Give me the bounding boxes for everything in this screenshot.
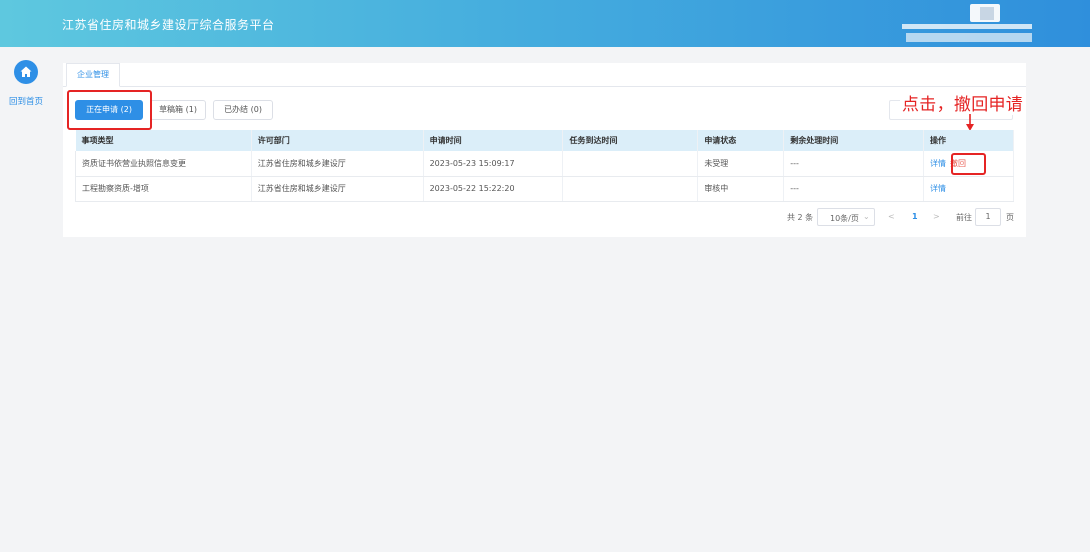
top-header: 江苏省住房和城乡建设厅综合服务平台	[0, 0, 1090, 47]
home-icon[interactable]	[14, 60, 38, 84]
highlight-box-tab	[67, 90, 152, 130]
highlight-box-withdraw	[951, 153, 986, 175]
page-suffix: 页	[1006, 213, 1014, 222]
prev-page-button[interactable]: <	[888, 212, 895, 221]
cell-arrival	[562, 176, 699, 202]
annotation-text: 点击，撤回申请	[900, 90, 1026, 115]
home-nav[interactable]: 回到首页	[6, 60, 46, 107]
table-header-row: 事项类型 许可部门 申请时间 任务到达时间 申请状态 剩余处理时间 操作	[75, 130, 1014, 151]
col-header-status: 申请状态	[697, 130, 785, 151]
cell-time: 2023-05-23 15:09:17	[423, 151, 564, 177]
current-page[interactable]: 1	[912, 212, 918, 221]
cell-remaining: ---	[783, 176, 925, 202]
cell-status: 审核中	[697, 176, 785, 202]
col-header-dept: 许可部门	[251, 130, 424, 151]
user-info-blurred[interactable]	[902, 4, 1038, 48]
cell-actions: 详情	[923, 176, 1014, 202]
cell-dept: 江苏省住房和城乡建设厅	[251, 151, 424, 177]
applications-table: 事项类型 许可部门 申请时间 任务到达时间 申请状态 剩余处理时间 操作 资质证…	[75, 130, 1014, 202]
details-link[interactable]: 详情	[930, 184, 946, 193]
table-row: 工程勘察资质-增项 江苏省住房和城乡建设厅 2023-05-22 15:22:2…	[75, 176, 1014, 202]
cell-time: 2023-05-22 15:22:20	[423, 176, 564, 202]
app-title: 江苏省住房和城乡建设厅综合服务平台	[62, 18, 275, 32]
col-header-remaining: 剩余处理时间	[783, 130, 925, 151]
goto-page-input[interactable]: 1	[975, 208, 1001, 226]
cell-remaining: ---	[783, 151, 925, 177]
col-header-arrival: 任务到达时间	[562, 130, 699, 151]
goto-label: 前往	[956, 213, 972, 222]
page-size-value: 10条/页	[830, 214, 859, 223]
tab-enterprise-management[interactable]: 企业管理	[66, 63, 120, 87]
cell-type: 资质证书依营业执照信息变更	[75, 151, 252, 177]
tab-completed[interactable]: 已办结 (0)	[213, 100, 273, 120]
cell-status: 未受理	[697, 151, 785, 177]
col-header-type: 事项类型	[75, 130, 252, 151]
cell-arrival	[562, 151, 699, 177]
chevron-down-icon: ⌄	[863, 212, 870, 221]
home-label[interactable]: 回到首页	[6, 95, 46, 107]
cell-type: 工程勘察资质-增项	[75, 176, 252, 202]
col-header-actions: 操作	[923, 130, 1014, 151]
col-header-time: 申请时间	[423, 130, 564, 151]
pagination-total: 共 2 条	[787, 213, 814, 222]
page-size-select[interactable]: 10条/页 ⌄	[817, 208, 875, 226]
table-row: 资质证书依营业执照信息变更 江苏省住房和城乡建设厅 2023-05-23 15:…	[75, 151, 1014, 177]
cell-dept: 江苏省住房和城乡建设厅	[251, 176, 424, 202]
tab-bar: 企业管理	[63, 63, 1026, 87]
tab-drafts[interactable]: 草稿箱 (1)	[150, 100, 206, 120]
details-link[interactable]: 详情	[930, 159, 946, 168]
next-page-button[interactable]: >	[933, 212, 940, 221]
